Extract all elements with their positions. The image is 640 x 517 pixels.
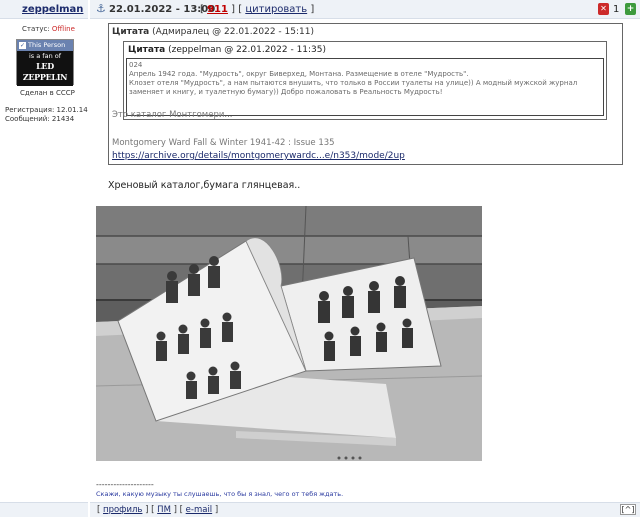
fan-badge-top-text: This Person	[28, 41, 66, 49]
footer-links: [ профиль ] [ ПМ ] [ e-mail ]	[97, 505, 219, 515]
quote-inner-text: 024 Апрель 1942 года. "Мудрость", округ …	[126, 58, 604, 116]
archive-link[interactable]: https://archive.org/details/montgomerywa…	[112, 151, 405, 161]
quote-outer-text: Это каталог Монтгомери...	[112, 110, 233, 120]
message-count: Сообщений: 21434	[5, 115, 75, 123]
signature-separator: --------------------	[96, 480, 154, 489]
fan-badge-header: ✓ This Person	[17, 40, 73, 51]
user-stats: Регистрация: 12.01.14 Сообщений: 21434	[5, 106, 88, 124]
fan-badge-body: is a fan of LED ZEPPELIN	[17, 51, 73, 86]
quote-inner-meta: (zeppelman @ 22.01.2022 - 11:35)	[168, 45, 327, 55]
quote-outer-meta: (Адмиралец @ 22.01.2022 - 15:11)	[152, 27, 314, 37]
catalog-photo[interactable]	[96, 206, 482, 461]
post-number-link[interactable]: 911	[207, 4, 228, 15]
quote-inner-line: Апрель 1942 года. "Мудрость", округ Биве…	[129, 70, 469, 78]
registration-date: Регистрация: 12.01.14	[5, 106, 88, 114]
anchor-icon[interactable]: ⚓	[96, 2, 106, 15]
email-link[interactable]: e-mail	[186, 505, 213, 515]
fan-badge-line1: is a fan of	[28, 52, 62, 60]
quote-button[interactable]: цитировать	[245, 4, 307, 15]
reputation-count: 1	[613, 4, 620, 15]
checkmark-icon: ✓	[19, 42, 26, 49]
quote-outer-title: Цитата (Адмиралец @ 22.01.2022 - 15:11)	[112, 27, 314, 37]
quote-inner-label: Цитата	[128, 45, 166, 55]
post-footer-left	[0, 502, 88, 517]
post-comment: Хреновый каталог,бумага глянцевая..	[108, 180, 301, 191]
quote-outer-source: Montgomery Ward Fall & Winter 1941-42 : …	[112, 138, 335, 148]
quote-block-inner: Цитата (zeppelman @ 22.01.2022 - 11:35) …	[123, 41, 607, 120]
reputation-plus-icon[interactable]: +	[625, 3, 636, 15]
status-value: Offline	[51, 25, 75, 33]
catalog-photo-image	[96, 206, 482, 461]
scroll-top-button[interactable]: [^]	[620, 504, 636, 515]
quote-inner-line: заменяет и книгу, и туалетную бумагу)) Д…	[129, 88, 443, 96]
post-links: [ 911 ] [ цитировать ]	[200, 4, 315, 15]
username-link[interactable]: zeppelman	[22, 4, 83, 15]
fan-badge-image: ✓ This Person is a fan of LED ZEPPELIN	[16, 39, 74, 86]
status-label: Статус:	[22, 25, 50, 33]
quote-inner-line: Клозет отеля "Мудрость", а нам пытаются …	[129, 79, 578, 87]
signature-text: Скажи, какую музыку ты слушаешь, что бы …	[96, 490, 344, 498]
quote-inner-line: 024	[129, 61, 143, 69]
pm-link[interactable]: ПМ	[157, 505, 171, 515]
quote-outer-label: Цитата	[112, 27, 150, 37]
quote-inner-title: Цитата (zeppelman @ 22.01.2022 - 11:35)	[128, 45, 326, 55]
user-status: Статус: Offline	[22, 25, 75, 33]
reputation-minus-icon[interactable]: ✕	[598, 3, 609, 15]
fan-badge-band: LED ZEPPELIN	[22, 61, 68, 82]
profile-link[interactable]: профиль	[103, 505, 142, 515]
user-title: Сделан в СССР	[20, 89, 75, 97]
quote-block-outer: Цитата (Адмиралец @ 22.01.2022 - 15:11) …	[108, 23, 623, 165]
